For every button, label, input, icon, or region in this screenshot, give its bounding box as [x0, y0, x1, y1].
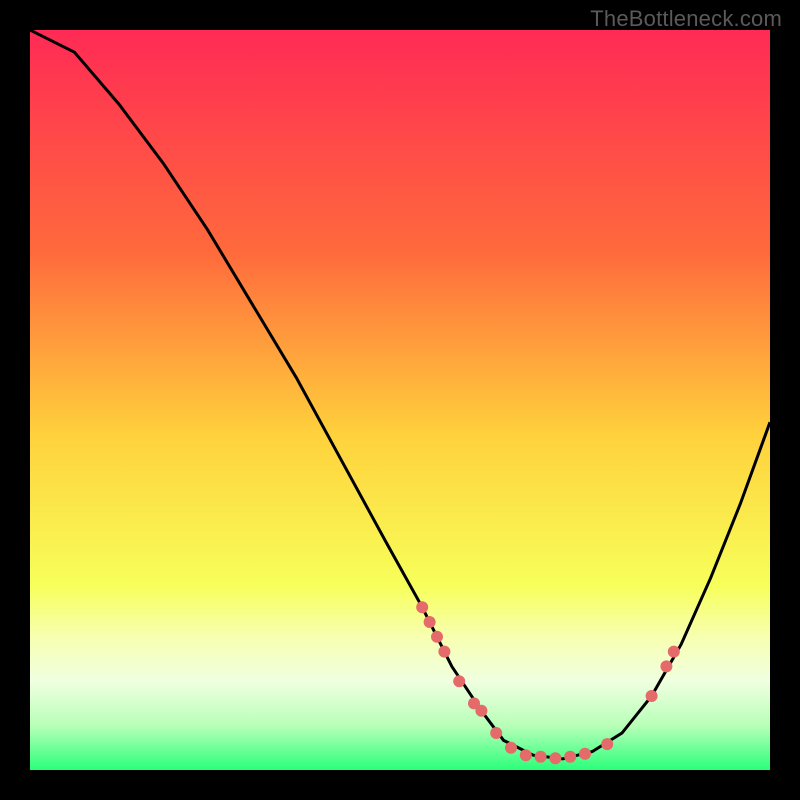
curve-marker	[646, 690, 658, 702]
curve-marker	[431, 631, 443, 643]
plot-area	[30, 30, 770, 770]
curve-marker	[424, 616, 436, 628]
curve-layer	[30, 30, 770, 770]
watermark-text: TheBottleneck.com	[590, 6, 782, 32]
curve-marker	[505, 742, 517, 754]
curve-marker	[535, 751, 547, 763]
curve-marker	[490, 727, 502, 739]
curve-marker	[475, 705, 487, 717]
chart-container: TheBottleneck.com	[0, 0, 800, 800]
bottleneck-curve	[30, 30, 770, 759]
curve-markers	[416, 601, 680, 764]
curve-marker	[520, 749, 532, 761]
curve-marker	[601, 738, 613, 750]
curve-marker	[438, 646, 450, 658]
curve-marker	[564, 751, 576, 763]
curve-marker	[416, 601, 428, 613]
curve-marker	[579, 748, 591, 760]
curve-marker	[668, 646, 680, 658]
curve-marker	[453, 675, 465, 687]
curve-marker	[660, 660, 672, 672]
curve-marker	[549, 752, 561, 764]
